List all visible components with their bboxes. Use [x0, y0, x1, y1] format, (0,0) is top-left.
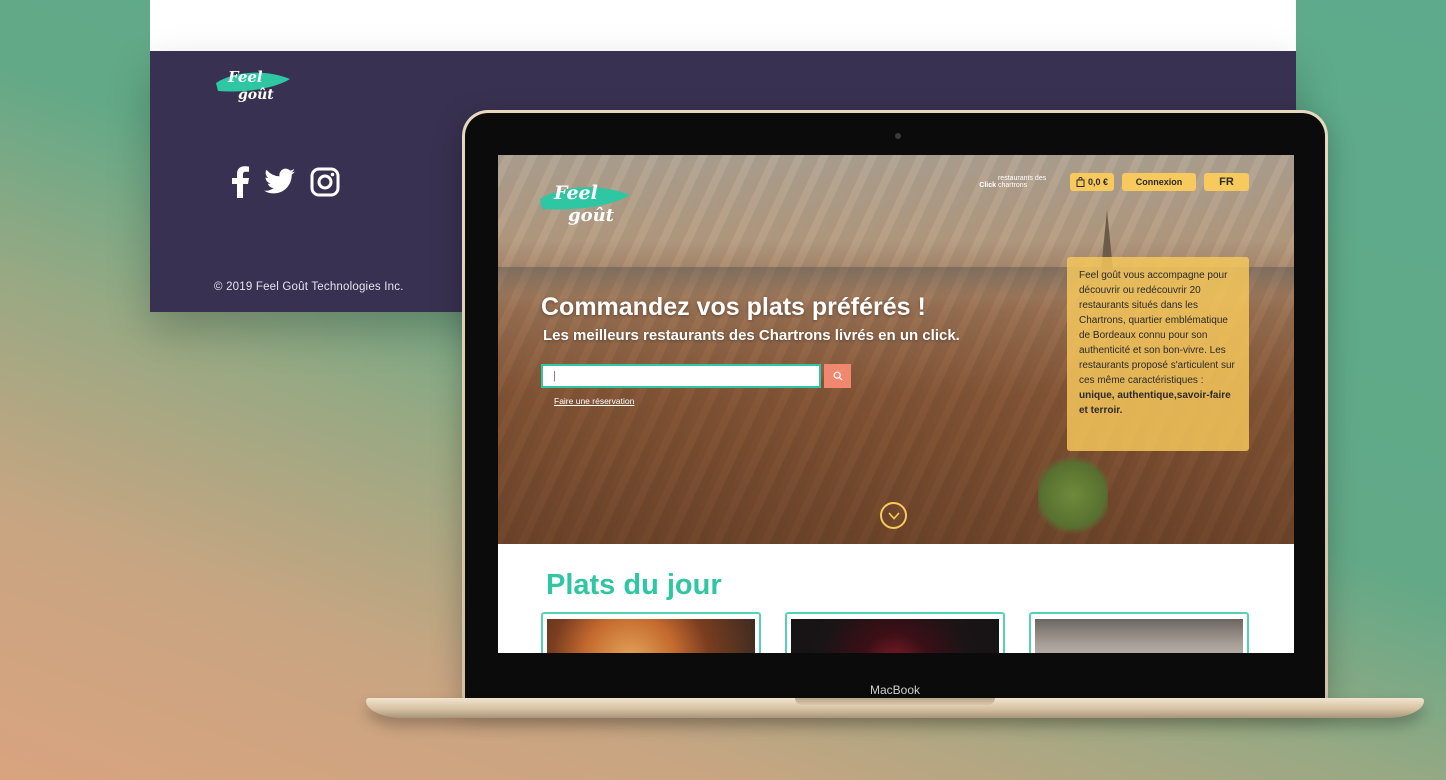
page-top-white-area — [150, 0, 1296, 51]
camera-icon — [895, 133, 901, 139]
click-label-text: restaurants des chartrons — [997, 175, 1047, 189]
info-card-text: Feel goût vous accompagne pour découvrir… — [1079, 270, 1235, 386]
dish-image-pizza — [547, 619, 755, 653]
logo-word-feel: Feel — [227, 68, 263, 86]
logo-word-gout: goût — [568, 205, 615, 226]
hero-section: Feel goût Click restaurants des chartron… — [498, 155, 1294, 544]
logo-word-feel: Feel — [553, 182, 598, 204]
info-card: Feel goût vous accompagne pour découvrir… — [1067, 257, 1249, 451]
laptop-brand-label: MacBook — [869, 683, 921, 697]
logo-word-gout: goût — [238, 87, 274, 103]
site-logo[interactable]: Feel goût — [538, 169, 633, 229]
dish-image-soup — [791, 619, 999, 653]
dish-card[interactable] — [541, 612, 761, 653]
hero-title: Commandez vos plats préférés ! — [541, 293, 926, 321]
facebook-icon[interactable] — [230, 166, 250, 198]
cart-value: 0,0 € — [1087, 177, 1108, 187]
section-title-plats-du-jour: Plats du jour — [546, 569, 722, 601]
shopping-bag-icon — [1076, 177, 1085, 187]
cart-button[interactable]: 0,0 € — [1069, 173, 1114, 191]
scroll-down-button[interactable] — [880, 502, 907, 529]
chevron-down-icon — [887, 511, 900, 520]
social-links — [230, 166, 340, 198]
top-navigation: Click restaurants des chartrons 0,0 € Co… — [979, 173, 1249, 191]
dish-image-table — [1035, 619, 1243, 653]
dish-card[interactable] — [785, 612, 1005, 653]
info-card-highlight: unique, authentique,savoir-faire et terr… — [1079, 390, 1231, 416]
laptop-notch — [795, 698, 995, 705]
laptop-screen: Feel goût Click restaurants des chartron… — [498, 155, 1294, 653]
search-icon — [833, 371, 842, 381]
search-button[interactable] — [824, 364, 851, 388]
twitter-icon[interactable] — [264, 168, 296, 196]
reservation-link[interactable]: Faire une réservation — [554, 396, 634, 406]
click-restaurants-link[interactable]: Click restaurants des chartrons — [979, 175, 1056, 189]
hero-subtitle: Les meilleurs restaurants des Chartrons … — [543, 327, 960, 344]
click-label-bold: Click — [979, 182, 997, 189]
feel-gout-logo[interactable]: Feel goût — [214, 59, 294, 109]
copyright-text: © 2019 Feel Goût Technologies Inc. — [214, 281, 404, 293]
hero-tree — [1038, 455, 1108, 535]
dish-card[interactable] — [1029, 612, 1249, 653]
language-button[interactable]: FR — [1204, 173, 1249, 191]
search-input[interactable]: | — [541, 364, 821, 388]
instagram-icon[interactable] — [310, 167, 340, 197]
connexion-button[interactable]: Connexion — [1122, 173, 1196, 191]
